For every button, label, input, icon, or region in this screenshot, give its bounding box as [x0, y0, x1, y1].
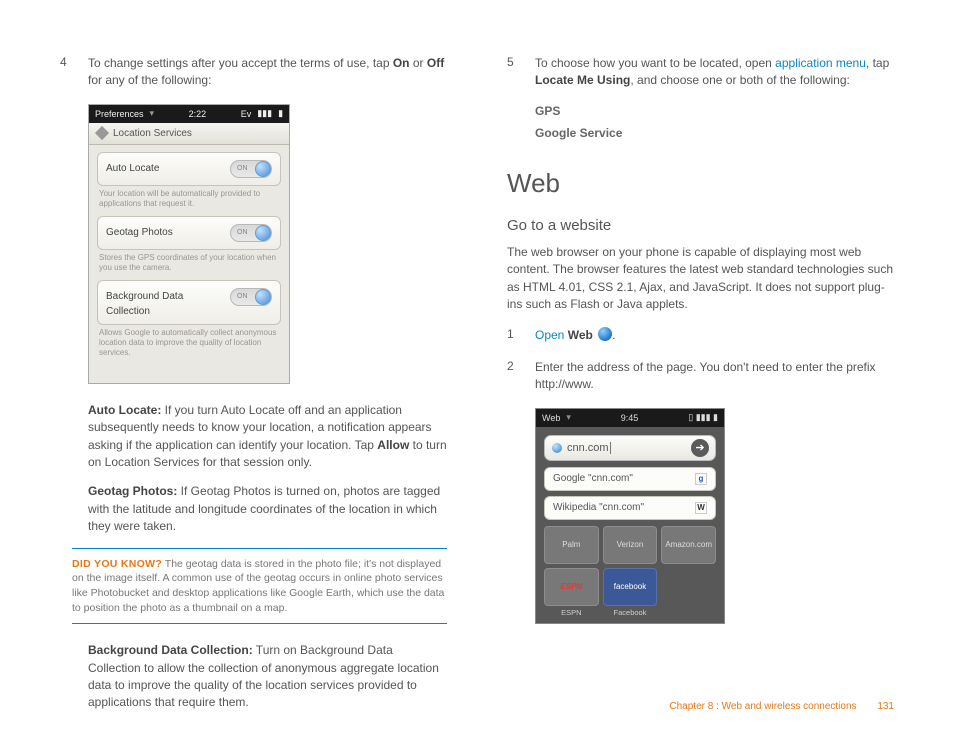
card-desc: Allows Google to automatically collect a…: [99, 328, 279, 358]
step-4: 4 To change settings after you accept th…: [60, 55, 447, 90]
toggle-knob: [255, 225, 271, 241]
intro-paragraph: The web browser on your phone is capable…: [507, 244, 894, 314]
status-ev: Ev: [241, 109, 252, 119]
step-body: Open Web .: [535, 327, 894, 344]
bookmark-palm[interactable]: Palm: [544, 526, 599, 564]
footer-page: 131: [877, 701, 894, 712]
phone-title: Location Services: [113, 128, 192, 139]
subsection-go-to-website: Go to a website: [507, 217, 894, 234]
bookmark-verizon[interactable]: Verizon: [603, 526, 658, 564]
step-1: 1 Open Web .: [507, 327, 894, 344]
toggle-on[interactable]: ON: [230, 224, 272, 242]
url-bar[interactable]: cnn.com ➔: [544, 435, 716, 461]
para-geotag: Geotag Photos: If Geotag Photos is turne…: [88, 483, 447, 535]
step-number: 4: [60, 55, 88, 90]
step-body: Enter the address of the page. You don't…: [535, 359, 894, 394]
card-label-line2: Collection: [106, 306, 150, 317]
phone-status-bar: Web▾ 9:45 ▯ ▮▮▮ ▮: [536, 409, 724, 427]
text: or: [410, 56, 427, 70]
status-app: Web: [542, 413, 560, 423]
bold-allow: Allow: [377, 438, 409, 452]
link-application-menu[interactable]: application menu: [775, 56, 866, 70]
step-number: 5: [507, 55, 535, 90]
text: , and choose one or both of the followin…: [630, 73, 850, 87]
suggestion-wikipedia[interactable]: Wikipedia "cnn.com" W: [544, 496, 716, 520]
bold-locate: Locate Me Using: [535, 73, 630, 87]
web-globe-icon: [598, 327, 612, 341]
card-desc: Stores the GPS coordinates of your locat…: [99, 253, 279, 273]
toggle-knob: [255, 289, 271, 305]
step-body: To choose how you want to be located, op…: [535, 55, 894, 90]
google-icon: g: [695, 473, 707, 485]
text: To change settings after you accept the …: [88, 56, 393, 70]
step-5: 5 To choose how you want to be located, …: [507, 55, 894, 90]
text: To choose how you want to be located, op…: [535, 56, 775, 70]
step-number: 2: [507, 359, 535, 394]
bold-on: On: [393, 56, 410, 70]
bold-off: Off: [427, 56, 444, 70]
step-number: 1: [507, 327, 535, 344]
diamond-icon: [95, 126, 109, 140]
bookmark-grid: Palm Verizon Amazon.com ESPN facebook: [544, 526, 716, 606]
option-gps: GPS: [535, 104, 894, 118]
text: , tap: [866, 56, 889, 70]
option-google-service: Google Service: [535, 126, 894, 140]
bookmark-label: ESPN: [544, 608, 599, 617]
para-auto-locate: Auto Locate: If you turn Auto Locate off…: [88, 402, 447, 472]
section-heading-web: Web: [507, 168, 894, 199]
suggestion-text: Google "cnn.com": [553, 473, 633, 484]
tip-label: DID YOU KNOW?: [72, 558, 162, 570]
page-footer: Chapter 8 : Web and wireless connections…: [669, 701, 894, 712]
card-geotag[interactable]: Geotag Photos ON: [97, 216, 281, 250]
right-column: 5 To choose how you want to be located, …: [507, 55, 894, 724]
para-background-data: Background Data Collection: Turn on Back…: [88, 642, 447, 712]
signal-icon: ▯ ▮▮▮ ▮: [688, 412, 718, 423]
card-background-data[interactable]: Background Data ON Collection: [97, 280, 281, 325]
link-open[interactable]: Open: [535, 328, 564, 342]
card-desc: Your location will be automatically prov…: [99, 189, 279, 209]
suggestion-text: Wikipedia "cnn.com": [553, 502, 644, 513]
signal-icon: ▮▮▮: [257, 108, 272, 119]
bookmark-label: Facebook: [603, 608, 658, 617]
card-auto-locate[interactable]: Auto Locate ON: [97, 152, 281, 186]
card-label: Auto Locate: [106, 163, 159, 174]
toggle-on[interactable]: ON: [230, 288, 272, 306]
phone-location-services: Preferences▾ 2:22 Ev ▮▮▮ ▮ Location Serv…: [88, 104, 290, 384]
phone-status-bar: Preferences▾ 2:22 Ev ▮▮▮ ▮: [89, 105, 289, 123]
period: .: [612, 328, 615, 342]
footer-chapter: Chapter 8 : Web and wireless connections: [669, 701, 856, 712]
text: for any of the following:: [88, 73, 211, 87]
toggle-on[interactable]: ON: [230, 160, 272, 178]
go-button[interactable]: ➔: [691, 439, 709, 457]
card-label: Geotag Photos: [106, 227, 173, 238]
label: Auto Locate:: [88, 403, 161, 417]
bold-web: Web: [568, 328, 593, 342]
url-text: cnn.com: [567, 442, 609, 454]
did-you-know-box: DID YOU KNOW? The geotag data is stored …: [72, 548, 447, 625]
card-label: Background Data: [106, 291, 183, 302]
bookmark-facebook[interactable]: facebook: [603, 568, 658, 606]
bookmark-espn[interactable]: ESPN: [544, 568, 599, 606]
step-body: To change settings after you accept the …: [88, 55, 447, 90]
label: Geotag Photos:: [88, 484, 177, 498]
phone-web-browser: Web▾ 9:45 ▯ ▮▮▮ ▮ cnn.com ➔ Google "cnn.…: [535, 408, 725, 624]
step-2: 2 Enter the address of the page. You don…: [507, 359, 894, 394]
suggestion-google[interactable]: Google "cnn.com" g: [544, 467, 716, 491]
status-time: 9:45: [621, 413, 639, 423]
wikipedia-icon: W: [695, 502, 707, 514]
label: Background Data Collection:: [88, 643, 253, 657]
bookmark-amazon[interactable]: Amazon.com: [661, 526, 716, 564]
phone-title-bar: Location Services: [89, 123, 289, 145]
status-time: 2:22: [189, 109, 207, 119]
left-column: 4 To change settings after you accept th…: [60, 55, 447, 724]
status-app: Preferences: [95, 109, 144, 119]
battery-icon: ▮: [278, 108, 283, 119]
toggle-knob: [255, 161, 271, 177]
